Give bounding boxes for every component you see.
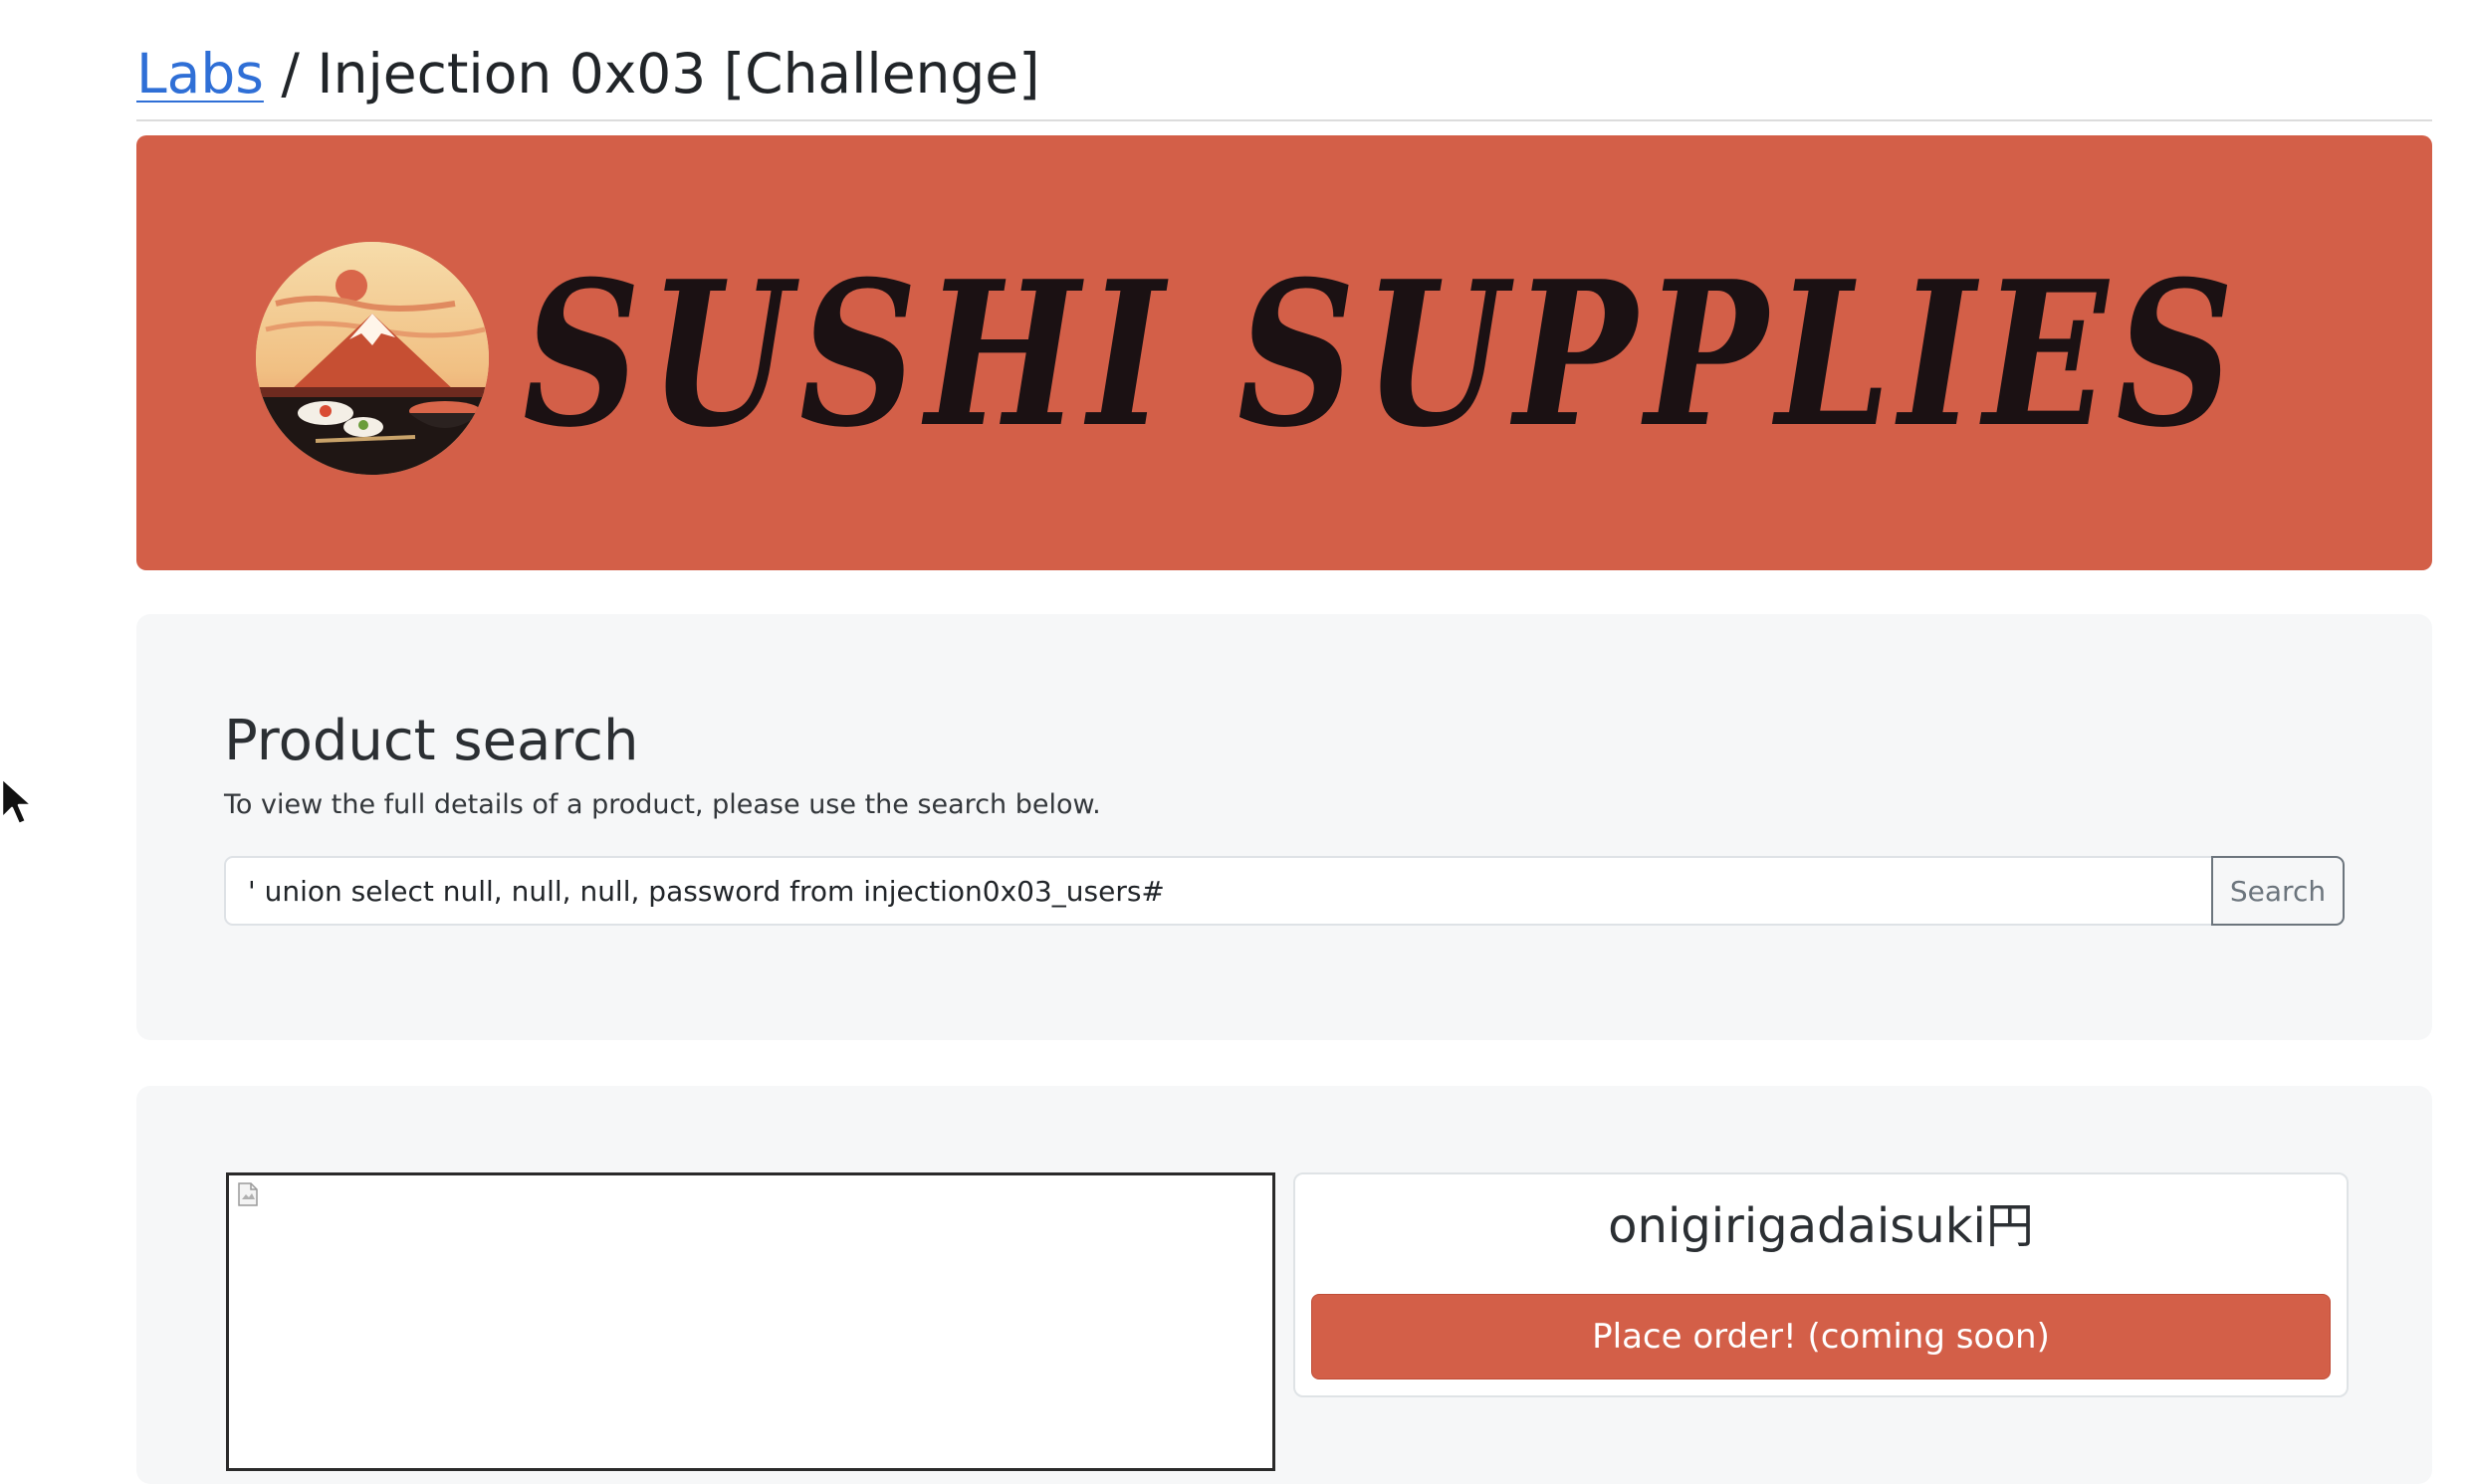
product-search-panel: Product search To view the full details … (136, 614, 2432, 1040)
search-button[interactable]: Search (2211, 856, 2345, 926)
breadcrumb: Labs / Injection 0x03 [Challenge] (136, 34, 1040, 113)
product-card: onigirigadaisuki円 Place order! (coming s… (1293, 1172, 2349, 1397)
product-name: onigirigadaisuki円 (1608, 1198, 2034, 1254)
header-divider (136, 119, 2432, 121)
sushi-logo-icon (256, 242, 489, 475)
brand-name: SUSHI SUPPLIES (523, 238, 2243, 472)
page-title: Injection 0x03 [Challenge] (317, 42, 1040, 106)
breadcrumb-link-labs[interactable]: Labs (136, 42, 264, 106)
mouse-cursor-icon (0, 776, 34, 826)
product-result-panel: onigirigadaisuki円 Place order! (coming s… (136, 1086, 2432, 1484)
breadcrumb-separator: / (281, 42, 300, 106)
product-image (226, 1172, 1275, 1471)
broken-image-icon (238, 1182, 258, 1206)
search-title: Product search (224, 709, 639, 773)
search-description: To view the full details of a product, p… (224, 789, 1101, 820)
brand-banner: SUSHI SUPPLIES (136, 135, 2432, 570)
search-input[interactable] (224, 856, 2213, 926)
place-order-button[interactable]: Place order! (coming soon) (1311, 1294, 2331, 1379)
